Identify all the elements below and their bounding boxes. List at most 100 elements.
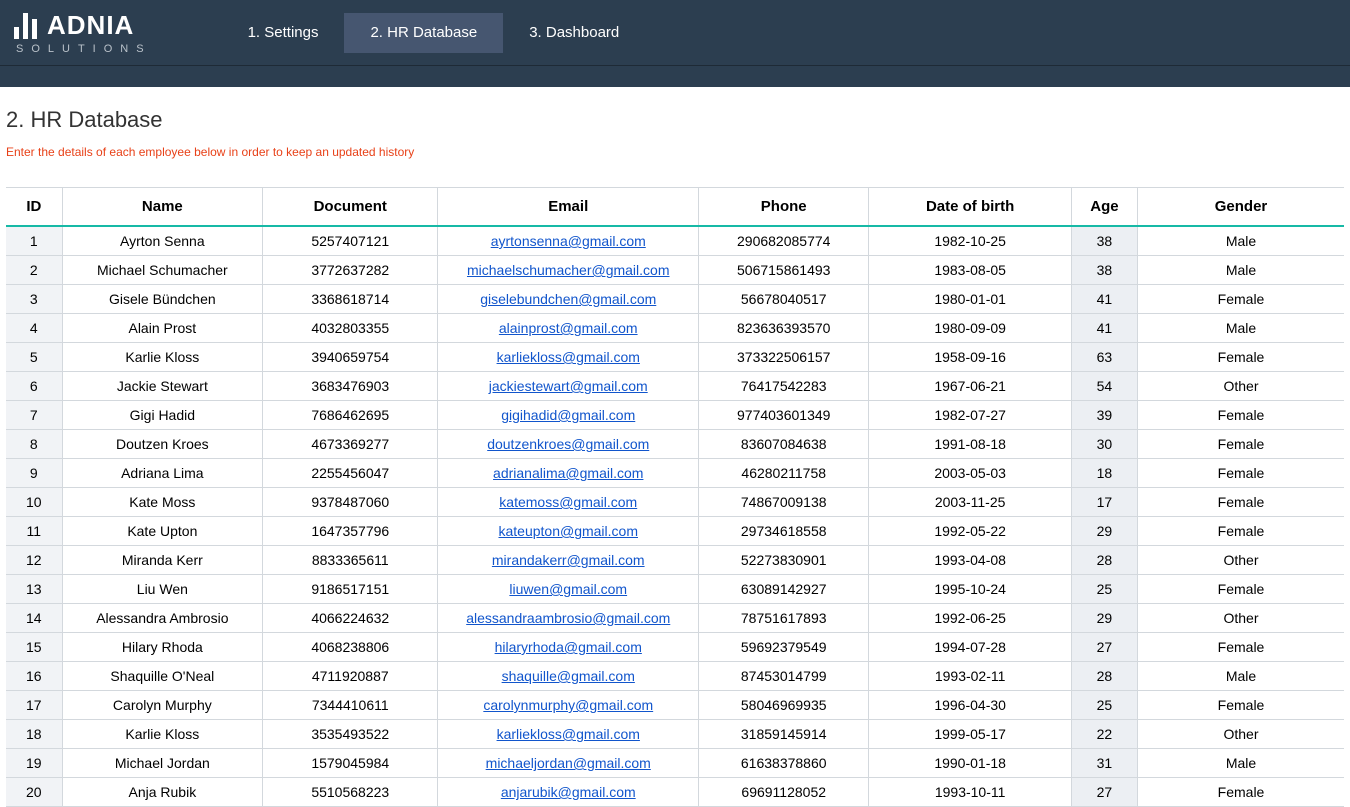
cell-document[interactable]: 3683476903 xyxy=(263,372,438,401)
cell-name[interactable]: Karlie Kloss xyxy=(62,343,262,372)
cell-gender[interactable]: Male xyxy=(1138,749,1345,778)
cell-document[interactable]: 4066224632 xyxy=(263,604,438,633)
cell-email[interactable]: michaeljordan@gmail.com xyxy=(438,749,699,778)
cell-email[interactable]: shaquille@gmail.com xyxy=(438,662,699,691)
cell-email[interactable]: alainprost@gmail.com xyxy=(438,314,699,343)
cell-email[interactable]: michaelschumacher@gmail.com xyxy=(438,256,699,285)
cell-gender[interactable]: Female xyxy=(1138,778,1345,807)
cell-dob[interactable]: 1980-01-01 xyxy=(869,285,1071,314)
cell-name[interactable]: Miranda Kerr xyxy=(62,546,262,575)
cell-phone[interactable]: 61638378860 xyxy=(699,749,869,778)
cell-id[interactable]: 12 xyxy=(6,546,62,575)
cell-document[interactable]: 3368618714 xyxy=(263,285,438,314)
cell-document[interactable]: 4711920887 xyxy=(263,662,438,691)
cell-gender[interactable]: Male xyxy=(1138,662,1345,691)
email-link[interactable]: alessandraambrosio@gmail.com xyxy=(466,610,670,626)
cell-dob[interactable]: 1992-05-22 xyxy=(869,517,1071,546)
email-link[interactable]: jackiestewart@gmail.com xyxy=(489,378,648,394)
cell-phone[interactable]: 29734618558 xyxy=(699,517,869,546)
cell-gender[interactable]: Female xyxy=(1138,691,1345,720)
cell-name[interactable]: Liu Wen xyxy=(62,575,262,604)
email-link[interactable]: kateupton@gmail.com xyxy=(498,523,638,539)
cell-gender[interactable]: Female xyxy=(1138,401,1345,430)
cell-dob[interactable]: 1993-02-11 xyxy=(869,662,1071,691)
cell-name[interactable]: Alessandra Ambrosio xyxy=(62,604,262,633)
cell-name[interactable]: Michael Jordan xyxy=(62,749,262,778)
cell-email[interactable]: ayrtonsenna@gmail.com xyxy=(438,226,699,256)
cell-name[interactable]: Doutzen Kroes xyxy=(62,430,262,459)
cell-phone[interactable]: 977403601349 xyxy=(699,401,869,430)
email-link[interactable]: mirandakerr@gmail.com xyxy=(492,552,645,568)
cell-document[interactable]: 3535493522 xyxy=(263,720,438,749)
cell-phone[interactable]: 506715861493 xyxy=(699,256,869,285)
cell-email[interactable]: alessandraambrosio@gmail.com xyxy=(438,604,699,633)
cell-gender[interactable]: Other xyxy=(1138,546,1345,575)
cell-dob[interactable]: 1999-05-17 xyxy=(869,720,1071,749)
cell-phone[interactable]: 76417542283 xyxy=(699,372,869,401)
email-link[interactable]: karliekloss@gmail.com xyxy=(497,349,640,365)
email-link[interactable]: katemoss@gmail.com xyxy=(499,494,637,510)
cell-phone[interactable]: 31859145914 xyxy=(699,720,869,749)
cell-gender[interactable]: Male xyxy=(1138,226,1345,256)
email-link[interactable]: liuwen@gmail.com xyxy=(509,581,627,597)
cell-phone[interactable]: 290682085774 xyxy=(699,226,869,256)
cell-gender[interactable]: Male xyxy=(1138,314,1345,343)
cell-phone[interactable]: 58046969935 xyxy=(699,691,869,720)
tab-dashboard[interactable]: 3. Dashboard xyxy=(503,13,645,53)
cell-dob[interactable]: 1980-09-09 xyxy=(869,314,1071,343)
cell-phone[interactable]: 78751617893 xyxy=(699,604,869,633)
cell-email[interactable]: anjarubik@gmail.com xyxy=(438,778,699,807)
cell-name[interactable]: Shaquille O'Neal xyxy=(62,662,262,691)
cell-name[interactable]: Alain Prost xyxy=(62,314,262,343)
cell-email[interactable]: karliekloss@gmail.com xyxy=(438,720,699,749)
cell-dob[interactable]: 1992-06-25 xyxy=(869,604,1071,633)
email-link[interactable]: giselebundchen@gmail.com xyxy=(480,291,656,307)
cell-dob[interactable]: 1995-10-24 xyxy=(869,575,1071,604)
cell-name[interactable]: Jackie Stewart xyxy=(62,372,262,401)
cell-document[interactable]: 4068238806 xyxy=(263,633,438,662)
email-link[interactable]: ayrtonsenna@gmail.com xyxy=(491,233,646,249)
cell-email[interactable]: doutzenkroes@gmail.com xyxy=(438,430,699,459)
cell-id[interactable]: 18 xyxy=(6,720,62,749)
cell-gender[interactable]: Female xyxy=(1138,430,1345,459)
cell-document[interactable]: 5257407121 xyxy=(263,226,438,256)
cell-name[interactable]: Hilary Rhoda xyxy=(62,633,262,662)
cell-dob[interactable]: 1996-04-30 xyxy=(869,691,1071,720)
cell-id[interactable]: 19 xyxy=(6,749,62,778)
cell-document[interactable]: 1647357796 xyxy=(263,517,438,546)
cell-gender[interactable]: Female xyxy=(1138,575,1345,604)
cell-email[interactable]: jackiestewart@gmail.com xyxy=(438,372,699,401)
cell-phone[interactable]: 87453014799 xyxy=(699,662,869,691)
cell-id[interactable]: 1 xyxy=(6,226,62,256)
cell-document[interactable]: 2255456047 xyxy=(263,459,438,488)
cell-phone[interactable]: 83607084638 xyxy=(699,430,869,459)
cell-dob[interactable]: 1983-08-05 xyxy=(869,256,1071,285)
cell-email[interactable]: giselebundchen@gmail.com xyxy=(438,285,699,314)
cell-gender[interactable]: Other xyxy=(1138,720,1345,749)
cell-name[interactable]: Kate Upton xyxy=(62,517,262,546)
cell-id[interactable]: 9 xyxy=(6,459,62,488)
cell-name[interactable]: Ayrton Senna xyxy=(62,226,262,256)
email-link[interactable]: alainprost@gmail.com xyxy=(499,320,638,336)
cell-id[interactable]: 6 xyxy=(6,372,62,401)
cell-id[interactable]: 4 xyxy=(6,314,62,343)
email-link[interactable]: hilaryrhoda@gmail.com xyxy=(495,639,642,655)
cell-name[interactable]: Kate Moss xyxy=(62,488,262,517)
cell-id[interactable]: 11 xyxy=(6,517,62,546)
cell-id[interactable]: 3 xyxy=(6,285,62,314)
cell-document[interactable]: 7344410611 xyxy=(263,691,438,720)
cell-phone[interactable]: 823636393570 xyxy=(699,314,869,343)
cell-document[interactable]: 9186517151 xyxy=(263,575,438,604)
cell-name[interactable]: Carolyn Murphy xyxy=(62,691,262,720)
cell-id[interactable]: 16 xyxy=(6,662,62,691)
cell-name[interactable]: Gisele Bündchen xyxy=(62,285,262,314)
cell-name[interactable]: Adriana Lima xyxy=(62,459,262,488)
cell-dob[interactable]: 1967-06-21 xyxy=(869,372,1071,401)
cell-document[interactable]: 9378487060 xyxy=(263,488,438,517)
cell-document[interactable]: 7686462695 xyxy=(263,401,438,430)
email-link[interactable]: michaelschumacher@gmail.com xyxy=(467,262,670,278)
cell-gender[interactable]: Female xyxy=(1138,343,1345,372)
cell-phone[interactable]: 59692379549 xyxy=(699,633,869,662)
cell-email[interactable]: carolynmurphy@gmail.com xyxy=(438,691,699,720)
cell-phone[interactable]: 56678040517 xyxy=(699,285,869,314)
